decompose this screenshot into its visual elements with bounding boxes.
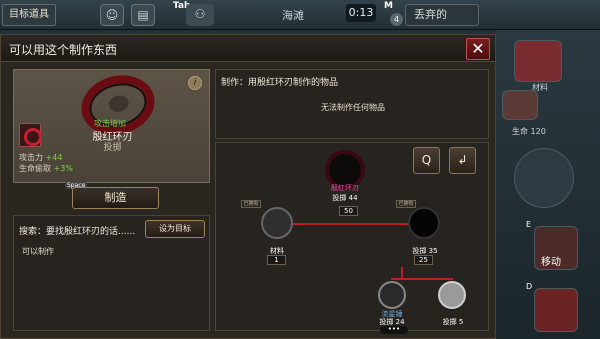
minimap-circle bbox=[514, 148, 574, 208]
stat-attack: 攻击力 +44 bbox=[19, 153, 63, 162]
discarded-items-button[interactable]: 丢弃的 bbox=[405, 4, 479, 26]
meteor-hammer-node-icon[interactable] bbox=[378, 281, 406, 309]
info-icon[interactable]: i bbox=[188, 76, 202, 90]
map-key-label: M bbox=[384, 1, 393, 11]
recipe-tree-panel: Q ↲ 殷红环刃 投掷 44 50 已拥有 材料 1 已拥有 投掷 35 25 bbox=[215, 142, 489, 331]
move-label: 移动 bbox=[541, 257, 561, 268]
material-node-icon[interactable] bbox=[261, 207, 293, 239]
tree-connector bbox=[286, 223, 418, 225]
craft-status: 可以制作 bbox=[22, 247, 54, 256]
made-with-title: 制作：用殷红环刃制作的物品 bbox=[221, 78, 339, 88]
dialog-title: 可以用这个制作东西 bbox=[9, 43, 118, 57]
location-label: 海滩 bbox=[282, 9, 304, 22]
target-item-button[interactable]: 目标道具 bbox=[2, 4, 56, 26]
search-hint: 搜索：要找殷红环刃的话...... bbox=[19, 227, 136, 237]
craft-button[interactable]: 制造 bbox=[72, 187, 159, 209]
key-d-label: D bbox=[526, 282, 533, 291]
search-panel: 搜索：要找殷红环刃的话...... 设为目标 可以制作 bbox=[13, 215, 210, 331]
stat-lifesteal: 生命偷取 +3% bbox=[19, 164, 73, 173]
root-node-name: 殷红环刃 bbox=[331, 184, 359, 192]
attack-skill-icon[interactable] bbox=[534, 288, 578, 332]
close-button[interactable]: ✕ bbox=[466, 38, 490, 60]
map-count-badge: 4 bbox=[390, 13, 403, 26]
emote-icon[interactable]: ☺ bbox=[100, 4, 124, 26]
game-screen: 目标道具 ☺ ▤ Tab ⚇ 海滩 0:13 M 4 丢弃的 材料 生命 120… bbox=[0, 0, 600, 339]
equipped-item-icon[interactable] bbox=[514, 40, 562, 82]
owned-tag: 已拥有 bbox=[241, 200, 261, 208]
right-side-hud: 材料 生命 120 E 移动 D bbox=[496, 30, 600, 339]
throwing-node-icon[interactable] bbox=[408, 207, 440, 239]
made-with-panel: 制作：用殷红环刃制作的物品 无法制作任何物品 bbox=[215, 69, 489, 139]
life-label: 生命 120 bbox=[512, 127, 546, 136]
dialog-header: 可以用这个制作东西 ✕ bbox=[1, 35, 495, 62]
crafting-dialog: 可以用这个制作东西 ✕ i 攻击增加 殷红环刃 投掷 攻击力 +44 生命偷取 … bbox=[0, 34, 496, 339]
disc-node-icon[interactable] bbox=[438, 281, 466, 309]
key-e-label: E bbox=[526, 220, 532, 229]
game-timer: 0:13 bbox=[346, 4, 376, 22]
root-node-sub: 投掷 44 bbox=[332, 194, 358, 202]
move-button[interactable]: 移动 bbox=[534, 226, 578, 270]
set-target-button[interactable]: 设为目标 bbox=[145, 220, 205, 238]
search-recipe-button[interactable]: Q bbox=[413, 147, 440, 174]
side-item-icon[interactable] bbox=[502, 90, 538, 120]
item-thumbnail-icon bbox=[19, 123, 42, 147]
chat-icon[interactable]: ▤ bbox=[131, 4, 155, 26]
left-node-count: 1 bbox=[267, 255, 286, 265]
back-button[interactable]: ↲ bbox=[449, 147, 476, 174]
team-icon[interactable]: ⚇ bbox=[186, 4, 214, 26]
top-hud: 目标道具 ☺ ▤ Tab ⚇ 海滩 0:13 M 4 丢弃的 bbox=[0, 0, 600, 30]
bottom-right-node-sub: 投掷 5 bbox=[442, 318, 464, 326]
right-node-count: 25 bbox=[414, 255, 433, 265]
more-button[interactable]: ••• bbox=[380, 326, 408, 334]
owned-tag: 已拥有 bbox=[396, 200, 416, 208]
tree-connector bbox=[391, 278, 453, 280]
root-node-count: 50 bbox=[339, 206, 358, 216]
item-card: i 攻击增加 殷红环刃 投掷 攻击力 +44 生命偷取 +3% bbox=[13, 67, 210, 183]
made-with-empty: 无法制作任何物品 bbox=[321, 103, 385, 112]
